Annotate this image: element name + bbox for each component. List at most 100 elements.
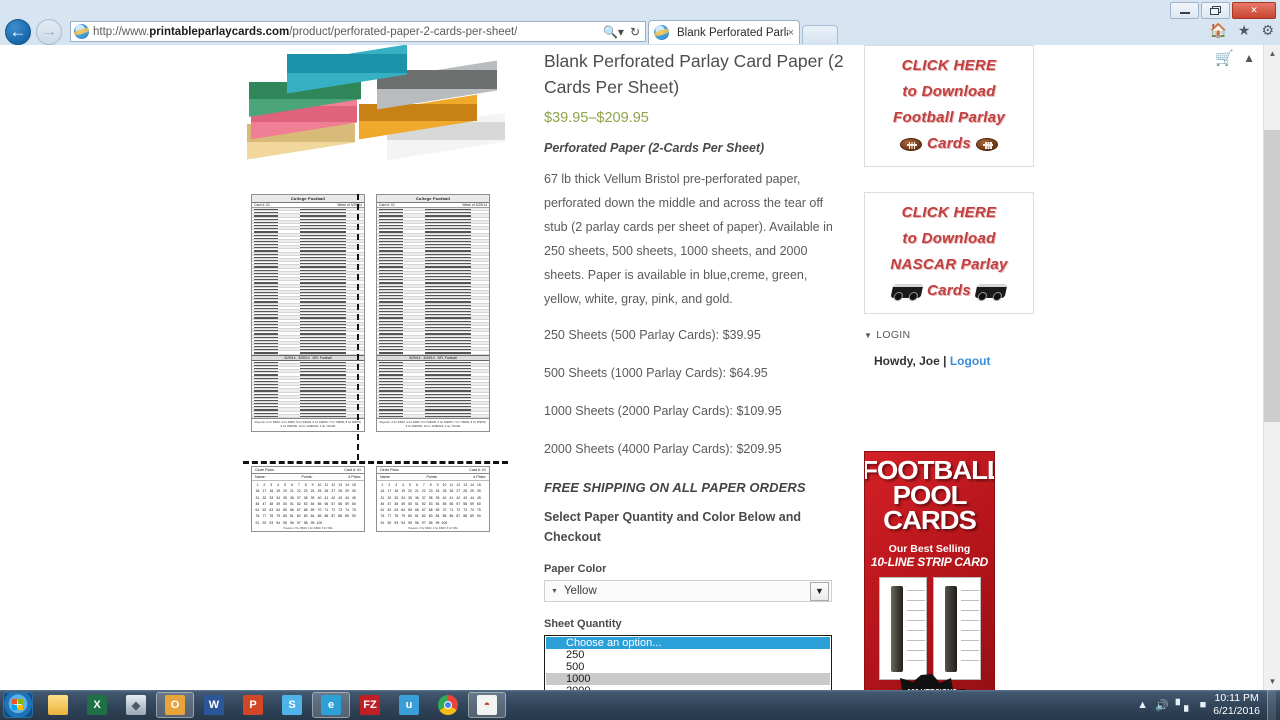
product-description: 67 lb thick Vellum Bristol pre-perforate… xyxy=(544,167,844,311)
taskbar-item-skype[interactable]: S xyxy=(273,692,311,718)
clock[interactable]: 10:11 PM 6/21/2016 xyxy=(1213,692,1260,718)
scrollbar-thumb[interactable] xyxy=(1264,130,1280,422)
shopping-cart-icon[interactable]: 🛒 xyxy=(1215,49,1234,67)
product-image[interactable]: College FootballCard #: 01Week of 3/29/1… xyxy=(235,48,523,525)
nascar-parlay-download-ad[interactable]: CLICK HERE to Download NASCAR Parlay Car… xyxy=(864,192,1034,314)
ad-line: to Download xyxy=(869,79,1029,105)
selection-instructions: Select Paper Quantity and Color Below an… xyxy=(544,507,844,547)
tab-strip: Blank Perforated Parlay Car... × xyxy=(648,20,838,44)
navigation-bar: ← → http://www.printableparlaycards.com/… xyxy=(0,18,1280,45)
race-car-icon xyxy=(890,284,923,298)
taskbar-item-internet-explorer[interactable]: e xyxy=(312,692,350,718)
clock-date: 6/21/2016 xyxy=(1213,705,1260,717)
sheet-quantity-label: Sheet Quantity xyxy=(544,618,844,630)
tab-blank-perforated-parlay-card[interactable]: Blank Perforated Parlay Car... × xyxy=(648,20,800,44)
taskbar-item-filezilla[interactable]: FZ xyxy=(351,692,389,718)
tab-favicon-icon xyxy=(654,25,669,40)
show-hidden-icons-icon[interactable]: ▲ xyxy=(1137,699,1148,711)
football-icon xyxy=(976,138,998,151)
filezilla-icon: FZ xyxy=(360,695,380,715)
strip-card xyxy=(879,577,927,680)
taskbar-item-powerpoint[interactable]: P xyxy=(234,692,272,718)
speaker-icon[interactable]: 🔊 xyxy=(1155,699,1169,712)
show-desktop-button[interactable] xyxy=(1267,690,1276,720)
login-section: ▼ LOGIN Howdy, Joe | Logout xyxy=(864,329,1036,368)
logout-link[interactable]: Logout xyxy=(950,354,991,368)
ad-line: CLICK HERE xyxy=(869,53,1029,79)
new-tab-button[interactable] xyxy=(802,25,838,44)
taskbar-item-camtasia[interactable]: ◓ xyxy=(468,692,506,718)
refresh-icon[interactable]: ↻ xyxy=(630,25,640,39)
chevron-up-icon[interactable]: ▲ xyxy=(1243,51,1255,65)
login-header-label: LOGIN xyxy=(876,329,910,341)
taskbar-item-file-explorer[interactable] xyxy=(39,692,77,718)
sheet-quantity-option[interactable]: 1000 xyxy=(546,673,830,685)
powerpoint-icon: P xyxy=(243,695,263,715)
scroll-up-button[interactable]: ▲ xyxy=(1264,45,1280,62)
taskbar-item-word[interactable]: W xyxy=(195,692,233,718)
forward-arrow-icon[interactable]: → xyxy=(36,19,62,45)
taskbar-item-adobe-acrobat[interactable]: ◆ xyxy=(117,692,155,718)
minimize-button[interactable] xyxy=(1170,2,1199,19)
parlay-card-left: College FootballCard #: 01Week of 3/29/1… xyxy=(251,194,365,432)
site-favicon-icon xyxy=(74,24,89,39)
battery-icon[interactable]: ■ xyxy=(1200,699,1207,711)
back-arrow-icon[interactable]: ← xyxy=(5,19,31,45)
page-content: 🛒 ▲ xyxy=(0,45,1263,690)
skype-icon: S xyxy=(282,695,302,715)
scroll-down-button[interactable]: ▼ xyxy=(1264,673,1280,690)
pricing-line: 500 Sheets (1000 Parlay Cards): $64.95 xyxy=(544,366,844,380)
taskbar-item-utorrent[interactable]: u xyxy=(390,692,428,718)
page-viewport: 🛒 ▲ xyxy=(0,45,1280,690)
strip-card-images xyxy=(865,577,994,680)
starburst-badge: 100 VERSIONS PER PACK FREE SHIPPING $21 … xyxy=(885,674,980,690)
race-car-icon xyxy=(975,284,1008,298)
network-bars-icon[interactable]: ▘▖ xyxy=(1176,699,1193,712)
star-icon[interactable]: ★ xyxy=(1238,22,1251,39)
system-tray: ▲ 🔊 ▘▖ ■ 10:11 PM 6/21/2016 xyxy=(1137,690,1280,720)
login-header[interactable]: ▼ LOGIN xyxy=(864,329,1036,341)
sheet-quantity-listbox[interactable]: Choose an option...25050010002000 xyxy=(544,635,832,690)
file-explorer-icon xyxy=(48,695,68,715)
search-icon[interactable]: 🔍▾ xyxy=(603,25,624,39)
football-pool-cards-ad[interactable]: FOOTBALL POOL CARDS Our Best Selling 10-… xyxy=(864,451,995,690)
taskbar-item-outlook[interactable]: O xyxy=(156,692,194,718)
taskbar: X◆OWPSe FZ u ◓ ▲ 🔊 ▘▖ ■ 10:11 PM 6/21/2016 xyxy=(0,690,1280,720)
pricing-list: 250 Sheets (500 Parlay Cards): $39.95 50… xyxy=(544,328,844,456)
window-controls: ✕ xyxy=(1170,2,1276,19)
pricing-line: 2000 Sheets (4000 Parlay Cards): $209.95 xyxy=(544,442,844,456)
chrome-icon xyxy=(438,695,458,715)
chevron-down-icon[interactable]: ▼ xyxy=(810,582,829,601)
circle-picks-card-left: Circle PicksCard #: 01Name:Points:# Pick… xyxy=(251,466,365,532)
address-bar-url: http://www.printableparlaycards.com/prod… xyxy=(93,26,517,38)
vertical-scrollbar[interactable]: ▲ ▼ xyxy=(1263,45,1280,690)
caret-down-icon: ▼ xyxy=(864,331,872,340)
ad-line: Cards xyxy=(927,131,971,157)
address-bar[interactable]: http://www.printableparlaycards.com/prod… xyxy=(70,21,646,42)
paper-color-select[interactable]: ▼ Yellow ▼ xyxy=(544,580,832,602)
circle-picks-card-right: Circle PicksCard #: 01Name:Points:# Pick… xyxy=(376,466,490,532)
windows-start-icon[interactable] xyxy=(3,692,33,718)
parlay-card-sheet-image: College FootballCard #: 01Week of 3/29/1… xyxy=(243,194,515,524)
pool-ad-subtitle-2: 10-LINE STRIP CARD xyxy=(865,555,994,569)
ad-line: Cards xyxy=(927,278,971,304)
football-parlay-download-ad[interactable]: CLICK HERE to Download Football Parlay C… xyxy=(864,45,1034,167)
product-details: Blank Perforated Parlay Card Paper (2 Ca… xyxy=(544,45,844,690)
paper-color-label: Paper Color xyxy=(544,563,844,575)
ad-line: NASCAR Parlay xyxy=(869,252,1029,278)
close-button[interactable]: ✕ xyxy=(1232,2,1276,19)
football-icon xyxy=(900,138,922,151)
sheet-quantity-option[interactable]: 500 xyxy=(546,661,830,673)
taskbar-item-chrome[interactable] xyxy=(429,692,467,718)
paper-color-value: Yellow xyxy=(564,585,597,597)
gear-icon[interactable]: ⚙ xyxy=(1261,22,1274,39)
sheet-quantity-option[interactable]: 250 xyxy=(546,649,830,661)
close-icon[interactable]: × xyxy=(788,27,794,39)
sheet-quantity-option[interactable]: Choose an option... xyxy=(546,637,830,649)
home-icon[interactable]: 🏠 xyxy=(1209,22,1226,39)
restore-button[interactable] xyxy=(1201,2,1230,19)
user-greeting: Howdy, Joe | Logout xyxy=(864,354,1036,368)
product-subtitle: Perforated Paper (2-Cards Per Sheet) xyxy=(544,141,844,155)
taskbar-item-excel[interactable]: X xyxy=(78,692,116,718)
sidebar: CLICK HERE to Download Football Parlay C… xyxy=(864,45,1036,368)
